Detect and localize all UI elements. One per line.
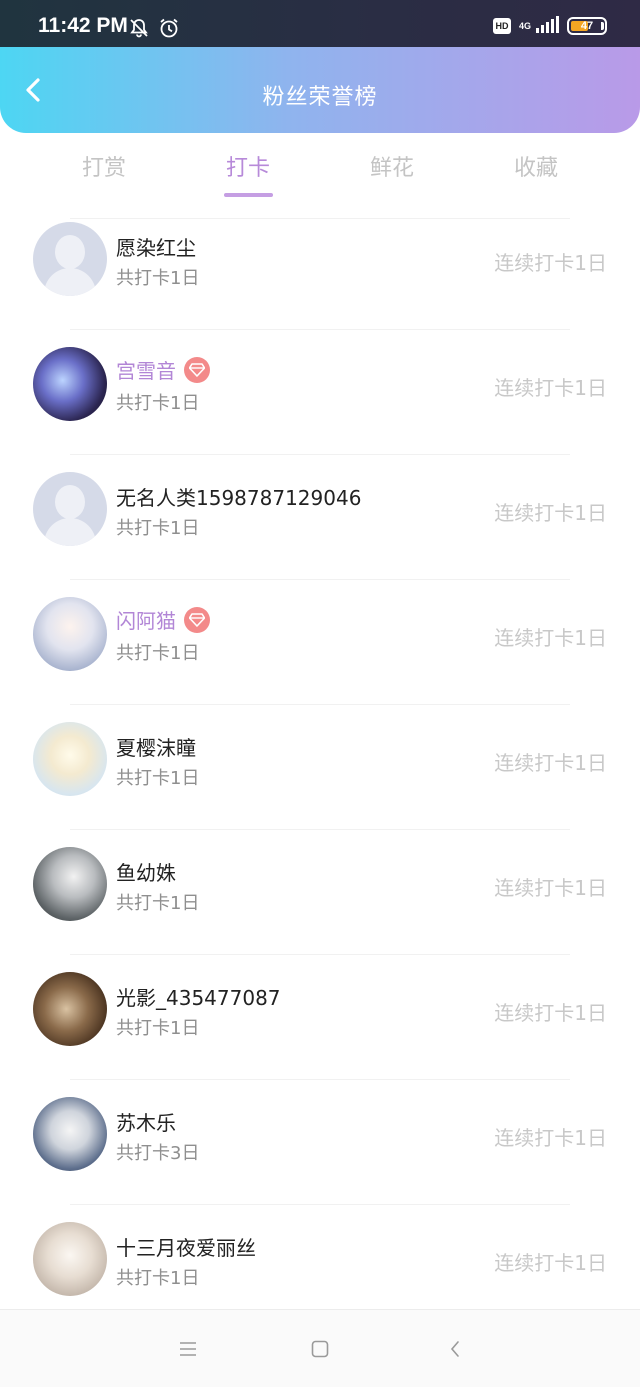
network-type: 4G xyxy=(518,20,531,31)
avatar[interactable] xyxy=(33,1222,107,1296)
status-time: 11:42 PM xyxy=(38,14,128,37)
total-checkin: 共打卡3日 xyxy=(116,1143,200,1164)
divider xyxy=(70,829,570,830)
system-back-button[interactable] xyxy=(440,1336,470,1362)
menu-button[interactable] xyxy=(173,1336,203,1362)
streak-label: 连续打卡1日 xyxy=(494,251,607,275)
user-name: 光影_435477087 xyxy=(116,986,281,1010)
list-item[interactable]: 光影_435477087 共打卡1日 连续打卡1日 xyxy=(0,960,640,1084)
divider xyxy=(70,1079,570,1080)
avatar[interactable] xyxy=(33,597,107,671)
alarm-clock-icon xyxy=(158,17,180,43)
user-name: 宫雪音 xyxy=(116,359,176,383)
list-item[interactable]: 无名人类1598787129046 共打卡1日 连续打卡1日 xyxy=(0,460,640,584)
avatar[interactable] xyxy=(33,347,107,421)
menu-icon xyxy=(180,1342,196,1356)
divider xyxy=(70,454,570,455)
mute-bell-icon xyxy=(128,17,150,43)
list-item[interactable]: 夏樱沫瞳 共打卡1日 连续打卡1日 xyxy=(0,710,640,834)
home-icon xyxy=(311,1340,329,1358)
streak-label: 连续打卡1日 xyxy=(494,376,607,400)
avatar[interactable] xyxy=(33,847,107,921)
streak-label: 连续打卡1日 xyxy=(494,876,607,900)
diamond-icon xyxy=(184,606,210,633)
tab-favorites[interactable]: 收藏 xyxy=(486,150,586,182)
status-icons-left xyxy=(128,17,180,43)
streak-label: 连续打卡1日 xyxy=(494,1001,607,1025)
total-checkin: 共打卡1日 xyxy=(116,268,200,289)
avatar[interactable] xyxy=(33,472,107,546)
list-item[interactable]: 宫雪音 共打卡1日 连续打卡1日 xyxy=(0,335,640,459)
streak-label: 连续打卡1日 xyxy=(494,751,607,775)
user-name: 无名人类1598787129046 xyxy=(116,486,362,510)
user-name: 夏樱沫瞳 xyxy=(116,736,196,760)
user-name: 十三月夜爱丽丝 xyxy=(116,1236,256,1260)
list-item[interactable]: 愿染红尘 共打卡1日 连续打卡1日 xyxy=(0,210,640,334)
total-checkin: 共打卡1日 xyxy=(116,643,200,664)
battery-icon: 47 xyxy=(567,17,607,35)
divider xyxy=(70,329,570,330)
hd-badge: HD xyxy=(492,18,511,34)
home-button[interactable] xyxy=(305,1336,335,1362)
avatar[interactable] xyxy=(33,722,107,796)
total-checkin: 共打卡1日 xyxy=(116,1018,200,1039)
avatar[interactable] xyxy=(33,1097,107,1171)
divider xyxy=(70,579,570,580)
divider xyxy=(70,954,570,955)
list-item[interactable]: 鱼幼姝 共打卡1日 连续打卡1日 xyxy=(0,835,640,959)
streak-label: 连续打卡1日 xyxy=(494,1251,607,1275)
page-title: 粉丝荣誉榜 xyxy=(262,85,378,110)
diamond-icon xyxy=(184,356,210,383)
active-tab-indicator xyxy=(224,193,273,197)
total-checkin: 共打卡1日 xyxy=(116,768,200,789)
divider xyxy=(70,1204,570,1205)
signal-icon xyxy=(535,15,559,37)
header-bar: 粉丝荣誉榜 xyxy=(0,47,640,133)
streak-label: 连续打卡1日 xyxy=(494,626,607,650)
user-name: 愿染红尘 xyxy=(116,236,196,260)
tab-flowers[interactable]: 鲜花 xyxy=(342,150,442,182)
total-checkin: 共打卡1日 xyxy=(116,393,200,414)
total-checkin: 共打卡1日 xyxy=(116,1268,200,1289)
user-name: 闪阿猫 xyxy=(116,609,176,633)
avatar[interactable] xyxy=(33,972,107,1046)
status-icons-right: HD 4G 47 xyxy=(492,15,607,37)
status-bar: 11:42 PM HD 4G 47 xyxy=(0,0,640,47)
list-item[interactable]: 苏木乐 共打卡3日 连续打卡1日 xyxy=(0,1085,640,1209)
divider xyxy=(70,704,570,705)
tab-bar: 打赏 打卡 鲜花 收藏 xyxy=(0,140,640,204)
streak-label: 连续打卡1日 xyxy=(494,1126,607,1150)
list-item[interactable]: 闪阿猫 共打卡1日 连续打卡1日 xyxy=(0,585,640,709)
user-name: 鱼幼姝 xyxy=(116,861,176,885)
system-nav-bar xyxy=(0,1309,640,1387)
tab-checkin[interactable]: 打卡 xyxy=(198,150,298,182)
tab-reward[interactable]: 打赏 xyxy=(54,150,154,182)
back-arrow-icon xyxy=(450,1341,459,1357)
total-checkin: 共打卡1日 xyxy=(116,518,200,539)
total-checkin: 共打卡1日 xyxy=(116,893,200,914)
avatar[interactable] xyxy=(33,222,107,296)
battery-level: 47 xyxy=(580,20,594,32)
user-name: 苏木乐 xyxy=(116,1111,176,1135)
streak-label: 连续打卡1日 xyxy=(494,501,607,525)
